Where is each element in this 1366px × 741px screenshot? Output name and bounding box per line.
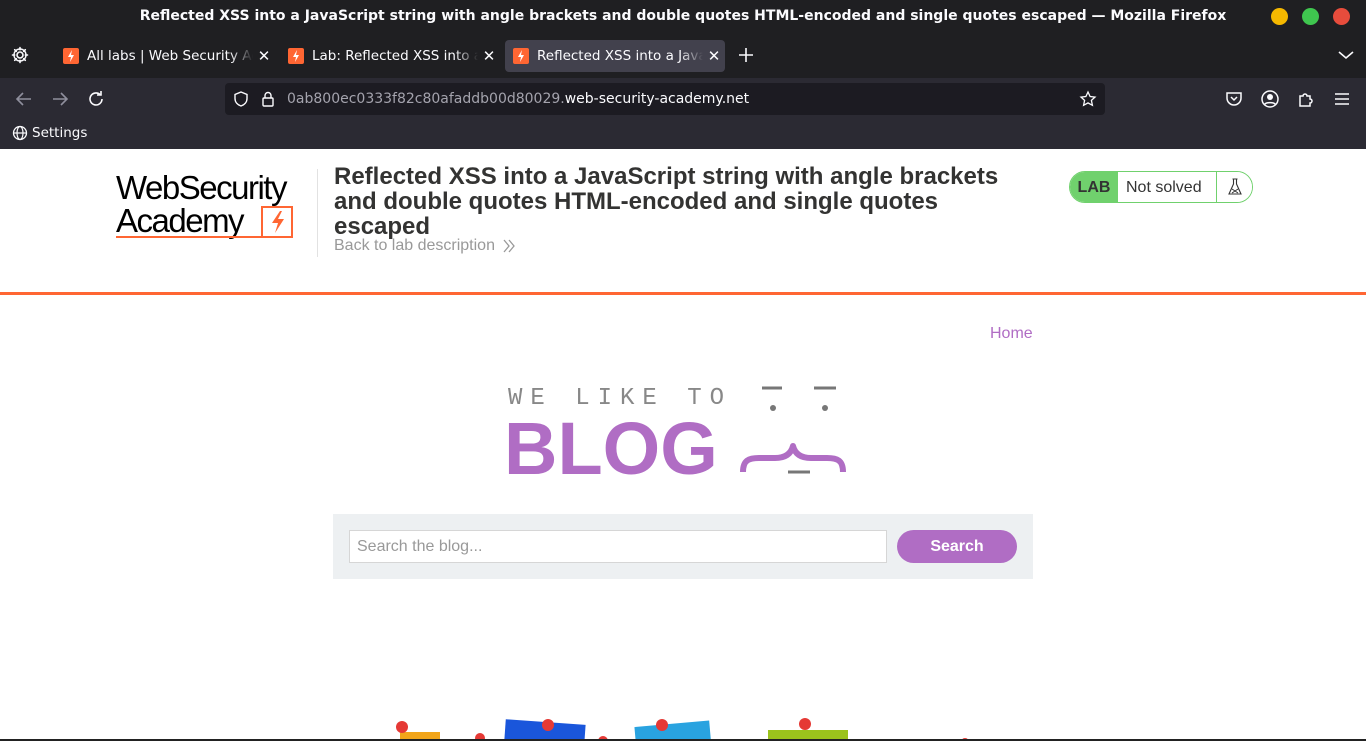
logo-line1: WebSecurity (116, 169, 288, 206)
close-icon[interactable]: ✕ (482, 47, 496, 65)
tab-lab-active[interactable]: Reflected XSS into a JavaScript string ✕ (505, 40, 725, 72)
hamburger-menu-icon[interactable] (1331, 88, 1353, 110)
lab-badge: LAB (1070, 172, 1118, 202)
lock-icon[interactable] (259, 90, 277, 108)
lab-status-widget: LAB Not solved (1069, 171, 1253, 203)
close-icon[interactable]: ✕ (707, 47, 721, 65)
search-button[interactable]: Search (897, 530, 1017, 563)
reload-icon[interactable] (85, 88, 107, 110)
bookmarks-toolbar: Settings (0, 120, 1366, 149)
logo-line2: Academy (116, 202, 245, 239)
account-icon[interactable] (1259, 88, 1281, 110)
back-to-lab-description-link[interactable]: Back to lab description (334, 237, 515, 255)
search-form: Search (333, 514, 1033, 579)
tab-label: Reflected XSS into a JavaScript string (537, 48, 703, 64)
tab-bar: All labs | Web Security Academy ✕ Lab: R… (0, 33, 1366, 78)
bookmark-settings[interactable]: Settings (12, 125, 87, 141)
extensions-puzzle-icon[interactable] (1295, 88, 1317, 110)
close-window-button[interactable] (1333, 8, 1350, 25)
gear-icon[interactable] (10, 45, 30, 65)
bookmark-label: Settings (32, 125, 88, 141)
portswigger-favicon-icon (63, 48, 79, 64)
tab-all-labs[interactable]: All labs | Web Security Academy ✕ (55, 40, 275, 72)
tab-label: All labs | Web Security Academy (87, 48, 253, 64)
navigation-toolbar: 0ab800ec0333f82c80afaddb00d80029.web-sec… (0, 78, 1366, 120)
logo-divider (317, 169, 318, 257)
portswigger-favicon-icon (513, 48, 529, 64)
globe-icon (12, 125, 28, 141)
chevron-down-icon[interactable] (1336, 47, 1356, 63)
tab-label: Lab: Reflected XSS into a JavaScript str… (312, 48, 478, 64)
home-link[interactable]: Home (990, 325, 1033, 343)
blog-post-thumbnails-partial (396, 718, 969, 741)
we-like-to-blog-logo: WE LIKE TO BLOG (504, 385, 846, 485)
back-link-label: Back to lab description (334, 237, 495, 254)
window-controls (1271, 8, 1350, 25)
bookmark-star-icon[interactable] (1079, 90, 1097, 108)
back-arrow-icon[interactable] (13, 88, 35, 110)
url-bar[interactable]: 0ab800ec0333f82c80afaddb00d80029.web-sec… (225, 83, 1105, 115)
close-icon[interactable]: ✕ (257, 47, 271, 65)
lab-header: WebSecurity Academy Reflected XSS into a… (0, 149, 1366, 295)
tab-lab-description[interactable]: Lab: Reflected XSS into a JavaScript str… (280, 40, 500, 72)
new-tab-plus-icon[interactable] (736, 45, 756, 65)
lab-title: Reflected XSS into a JavaScript string w… (334, 163, 999, 240)
window-titlebar: Reflected XSS into a JavaScript string w… (0, 0, 1366, 33)
url-text[interactable]: 0ab800ec0333f82c80afaddb00d80029.web-sec… (287, 83, 749, 115)
search-input[interactable] (349, 530, 887, 563)
window-title: Reflected XSS into a JavaScript string w… (139, 8, 1227, 24)
shield-icon[interactable] (232, 90, 250, 108)
minimize-button[interactable] (1271, 8, 1288, 25)
forward-arrow-icon[interactable] (49, 88, 71, 110)
pocket-icon[interactable] (1223, 88, 1245, 110)
web-security-academy-logo[interactable]: WebSecurity Academy (116, 169, 316, 241)
flask-icon (1216, 172, 1252, 202)
url-subdomain: 0ab800ec0333f82c80afaddb00d80029. (287, 91, 565, 107)
double-chevron-right-icon (503, 239, 515, 253)
maximize-button[interactable] (1302, 8, 1319, 25)
portswigger-favicon-icon (288, 48, 304, 64)
blog-logo-word: BLOG (504, 407, 718, 485)
lab-status-text: Not solved (1126, 179, 1202, 196)
url-domain: web-security-academy.net (564, 91, 750, 107)
